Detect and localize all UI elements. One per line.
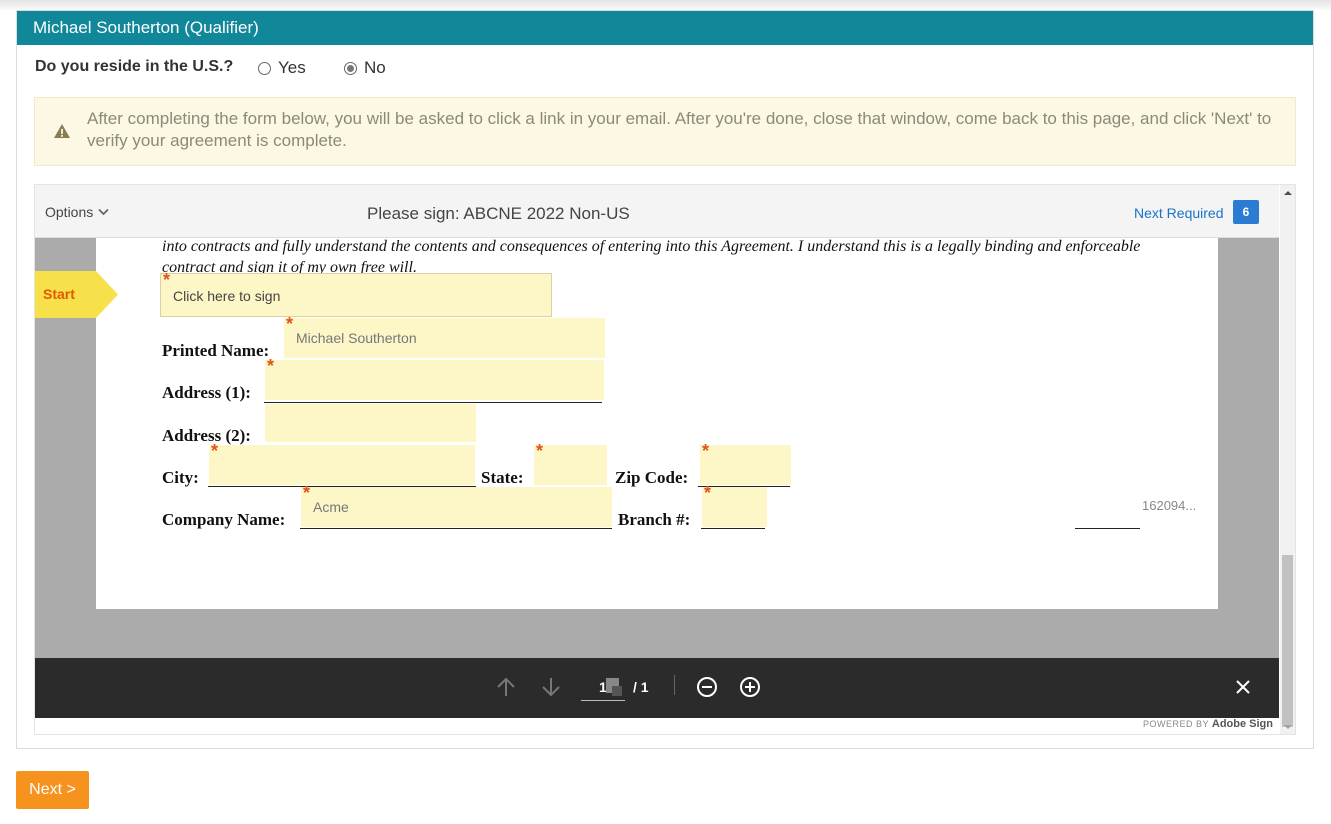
required-star: * [267,356,275,376]
branch-label: Branch #: [618,510,691,529]
address1-field[interactable]: * [265,356,604,400]
brand-name: Adobe Sign [1211,718,1273,730]
top-shadow [0,0,1331,10]
printed-name-value: Michael Southerton [296,330,417,346]
city-label: City: [162,468,199,487]
info-alert: After completing the form below, you wil… [34,97,1296,166]
branch-field[interactable]: * [702,483,767,527]
page-total: / 1 [633,679,649,695]
scroll-up-icon[interactable] [1280,188,1296,198]
address1-underline [264,402,602,403]
document-viewer: Options Please sign: ABCNE 2022 Non-US N… [34,184,1296,735]
printed-name-label: Printed Name: [162,341,270,360]
radio-no[interactable]: No [344,58,386,78]
state-label: State: [481,468,524,487]
residence-question: Do you reside in the U.S.? [35,58,234,75]
start-label: Start [43,286,75,302]
radio-no-circle[interactable] [344,61,357,75]
address2-label: Address (2): [162,426,251,445]
start-flag[interactable]: Start [35,271,118,318]
city-field[interactable]: * [209,441,475,485]
company-label: Company Name: [162,510,286,529]
alert-text: After completing the form below, you wil… [87,109,1272,150]
company-value: Acme [313,499,349,515]
radio-yes[interactable]: Yes [258,58,306,78]
document-title: Please sign: ABCNE 2022 Non-US [367,204,630,223]
chevron-down-icon [98,208,109,216]
company-underline [300,528,612,529]
zoom-out-icon[interactable] [696,676,718,698]
required-star: * [286,314,294,334]
page-number-input[interactable]: 1 [581,677,625,701]
zoom-in-icon[interactable] [739,676,761,698]
next-required-link[interactable]: Next Required [1134,205,1224,221]
options-label: Options [45,204,94,220]
powered-by-text: POWERED BY [1143,719,1209,729]
reference-underline [1075,528,1140,529]
printed-name-field[interactable]: * Michael Southerton [284,314,605,358]
arrow-down-icon[interactable] [540,676,562,698]
pages-icon [606,678,622,696]
company-field[interactable]: * Acme [301,483,612,527]
required-count-badge: 6 [1233,200,1259,224]
signature-placeholder: Click here to sign [173,288,281,304]
required-star: * [704,483,712,503]
required-star: * [303,483,311,503]
options-menu[interactable]: Options [45,204,109,220]
scroll-down-icon[interactable] [1280,722,1296,732]
radio-yes-label: Yes [278,58,306,77]
card-header: Michael Southerton (Qualifier) [17,11,1313,45]
next-button[interactable]: Next > [16,771,89,809]
viewer-toolbar: Options Please sign: ABCNE 2022 Non-US N… [35,185,1279,238]
pager-bar: 1 / 1 [35,658,1279,718]
address1-label: Address (1): [162,383,251,402]
document-canvas: into contracts and fully understand the … [35,238,1279,658]
state-field[interactable]: * [534,441,607,485]
reference-number: 162094... [1142,498,1197,513]
pager-divider [674,675,675,695]
agreement-text: into contracts and fully understand the … [162,238,1141,276]
address2-field[interactable] [265,404,476,442]
required-star: * [211,441,219,461]
zip-label: Zip Code: [615,468,689,487]
branch-underline [701,528,765,529]
warning-icon [54,124,70,138]
qualifier-card: Michael Southerton (Qualifier) Do you re… [16,10,1314,749]
radio-no-label: No [364,58,386,77]
signature-field[interactable]: * Click here to sign [160,270,552,317]
powered-by: POWERED BY Adobe Sign [1143,718,1273,730]
required-star: * [702,441,710,461]
required-star: * [536,441,544,461]
scroll-thumb[interactable] [1282,555,1293,727]
close-icon[interactable] [1235,679,1251,695]
required-star: * [163,270,171,290]
document-page: into contracts and fully understand the … [96,238,1218,609]
radio-yes-circle[interactable] [258,61,271,75]
zip-field[interactable]: * [700,441,791,485]
arrow-up-icon[interactable] [495,676,517,698]
viewer-scrollbar[interactable] [1280,185,1296,734]
